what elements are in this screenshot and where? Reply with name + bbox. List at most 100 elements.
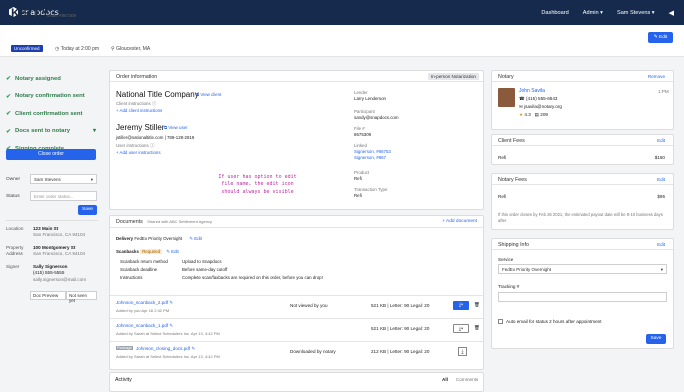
view-client-link[interactable]: ⧉ View client [196, 92, 221, 98]
pencil-icon[interactable]: ✎ [169, 300, 173, 305]
check-circle-icon: ✔ [6, 128, 12, 135]
notary-fee-amount: $95 [657, 194, 665, 199]
package-tag: Package [116, 346, 133, 350]
checkbox[interactable] [498, 319, 503, 325]
edit-shipping-link[interactable]: Edit [657, 242, 665, 247]
external-link-icon: ⧉ [196, 92, 200, 97]
shipping-service-select[interactable]: FedEx Priority Overnight ▾ [498, 264, 667, 274]
owner-select[interactable]: Sam Stevens ▾ [30, 174, 97, 184]
doc-preview-button[interactable]: Doc Preview [30, 291, 66, 300]
edit-delivery-link[interactable]: ✎ Edit [189, 236, 201, 241]
shipping-panel: Shipping Info Edit Service FedEx Priority… [491, 238, 674, 349]
status-label: Status [6, 194, 20, 199]
transaction-type-field: Transaction Type Refi [354, 187, 388, 198]
document-link[interactable]: Johnson_scanback_1.pdf ✎ [116, 323, 173, 329]
document-link[interactable]: Johnson_closing_docs.pdf ✎ [136, 346, 195, 352]
client-fee-amount: $150 [654, 155, 665, 160]
phone-icon: ☎ [519, 96, 525, 101]
nav-dashboard[interactable]: Dashboard [541, 10, 568, 16]
clock-icon: ◷ [55, 46, 60, 52]
info-icon: ⓘ [149, 143, 155, 148]
participant-field: Participant sandy@snapdocs.com [354, 109, 399, 120]
download-icon[interactable]: ⤓ [458, 347, 467, 356]
add-client-instructions-link[interactable]: + Add client instructions [116, 108, 162, 114]
download-button[interactable]: ⤓▾ [453, 301, 469, 310]
notary-panel: Notary Remove John Savila 1:PM ☎ (415) 55… [491, 70, 674, 130]
save-shipping-button[interactable]: Save [646, 334, 666, 344]
chevron-down-icon: ▾ [90, 177, 93, 182]
activity-panel: Activity All Comments [109, 372, 484, 392]
notary-email: ✉ jsavila@notary.org [519, 104, 562, 109]
tab-comments[interactable]: Comments [456, 377, 478, 382]
document-row: Johnson_scanback_1.pdf ✎ Added by Sarah … [110, 318, 483, 339]
chevron-down-icon[interactable]: ▾ [93, 128, 96, 134]
product-field: Product Refi [354, 170, 370, 181]
add-user-instructions-link[interactable]: + Add user instructions [116, 150, 161, 156]
tab-all[interactable]: All [442, 377, 448, 382]
scanbacks-line: Scanbacks Required ✎ Edit [116, 249, 179, 254]
user-contact: jstiller@nationaltitle.com | 789-128-281… [116, 135, 195, 140]
client-instructions-label: Client instructions ⓘ [116, 101, 157, 106]
step-item: ✔ Client confirmation sent [6, 110, 83, 118]
documents-heading: Documents Shared with ABC Settlement Age… [110, 216, 483, 228]
auto-email-checkbox[interactable]: Auto email for status 2 hours after appo… [498, 319, 602, 325]
add-document-link[interactable]: + Add document [442, 219, 477, 224]
divider [6, 220, 98, 221]
close-order-button[interactable]: Close order [6, 149, 96, 160]
order-number: Order #867309 [47, 13, 76, 18]
remove-notary-link[interactable]: Remove [648, 74, 665, 79]
chevron-down-icon: ▾ [660, 267, 663, 272]
edit-scanbacks-link[interactable]: ✎ Edit [166, 249, 178, 254]
file-number-field: File #8675309 [354, 126, 372, 137]
step-item: ✔ Notary assigned [6, 75, 61, 83]
notary-name-link[interactable]: John Savila [519, 88, 545, 94]
client-company: National Title Company [116, 90, 199, 99]
mail-icon: ✉ [519, 104, 523, 109]
step-item[interactable]: ✔ Docs sent to notary ▾ [6, 123, 96, 141]
save-status-button[interactable]: Save [78, 205, 97, 215]
download-button[interactable]: ⤓▾ [453, 324, 469, 333]
pencil-icon[interactable]: ✎ [169, 323, 173, 328]
tracking-input[interactable] [498, 292, 667, 302]
view-user-link[interactable]: ⧉ View user [164, 125, 188, 131]
external-link-icon: ⧉ [164, 125, 168, 130]
owner-label: Owner [6, 177, 21, 182]
document-row: Johnson_scanback_2.pdf ✎ Added by you Ap… [110, 295, 483, 316]
order-status-input[interactable]: Enter order status... [30, 191, 97, 201]
check-circle-icon: ✔ [6, 76, 12, 83]
check-circle-icon: ✔ [6, 93, 12, 100]
nav-admin[interactable]: Admin ▾ [583, 10, 603, 16]
delivery-line: Delivery FedEx Priority Overnight ✎ Edit [116, 236, 202, 241]
notary-fees-panel: Notary Fees Edit Refi $95 If this order c… [491, 173, 674, 230]
status-badge: Unconfirmed [11, 45, 43, 52]
design-annotation: If user has option to edit file name, th… [218, 174, 297, 195]
document-link[interactable]: Johnson_scanback_2.pdf ✎ [116, 300, 173, 306]
linked-field: Linked Signerson, #86753 Signerson, #867 [354, 143, 391, 160]
activity-heading: Activity [115, 377, 132, 383]
document-row: Package Johnson_closing_docs.pdf ✎ Added… [110, 341, 483, 362]
order-info-heading: Order information In-person Notarization [110, 71, 483, 82]
page-title: KELLY [11, 6, 50, 20]
edit-client-fees-link[interactable]: Edit [657, 138, 665, 143]
user-instructions-label: User instructions ⓘ [116, 143, 155, 148]
notary-phone: ☎ (415) 555-6543 [519, 96, 558, 101]
trash-icon[interactable]: 🗑 [474, 325, 480, 331]
lender-field: Lender Larry Lenderson [354, 90, 386, 101]
top-nav: snapdocs Dashboard Admin ▾ Sam Stevens ▾… [0, 0, 684, 25]
pencil-icon[interactable]: ✎ [191, 346, 195, 351]
trash-icon[interactable]: 🗑 [474, 302, 480, 308]
pin-icon: ⚲ [111, 46, 115, 52]
payout-note: If this order closes by Feb 26 2021, the… [498, 212, 663, 223]
documents-panel: Documents Shared with ABC Settlement Age… [109, 215, 484, 370]
required-badge: Required [140, 249, 163, 254]
edit-order-button[interactable]: ✎ Edit [648, 32, 673, 43]
edit-notary-fees-link[interactable]: Edit [657, 177, 665, 182]
progress-steps: ✔ Notary assigned ✔ Notary confirmation se… [6, 70, 96, 158]
linked-order-link[interactable]: Signerson, #86753 [354, 149, 391, 154]
scanback-details: Scanback return method Upload to Snapdocs… [120, 259, 323, 280]
megaphone-icon[interactable]: ◀ [669, 9, 674, 17]
in-person-tag: In-person Notarization [427, 73, 479, 80]
order-header [0, 25, 684, 57]
linked-order-link[interactable]: Signerson, #867 [354, 155, 386, 160]
nav-user-menu[interactable]: Sam Stevens ▾ [617, 10, 655, 16]
